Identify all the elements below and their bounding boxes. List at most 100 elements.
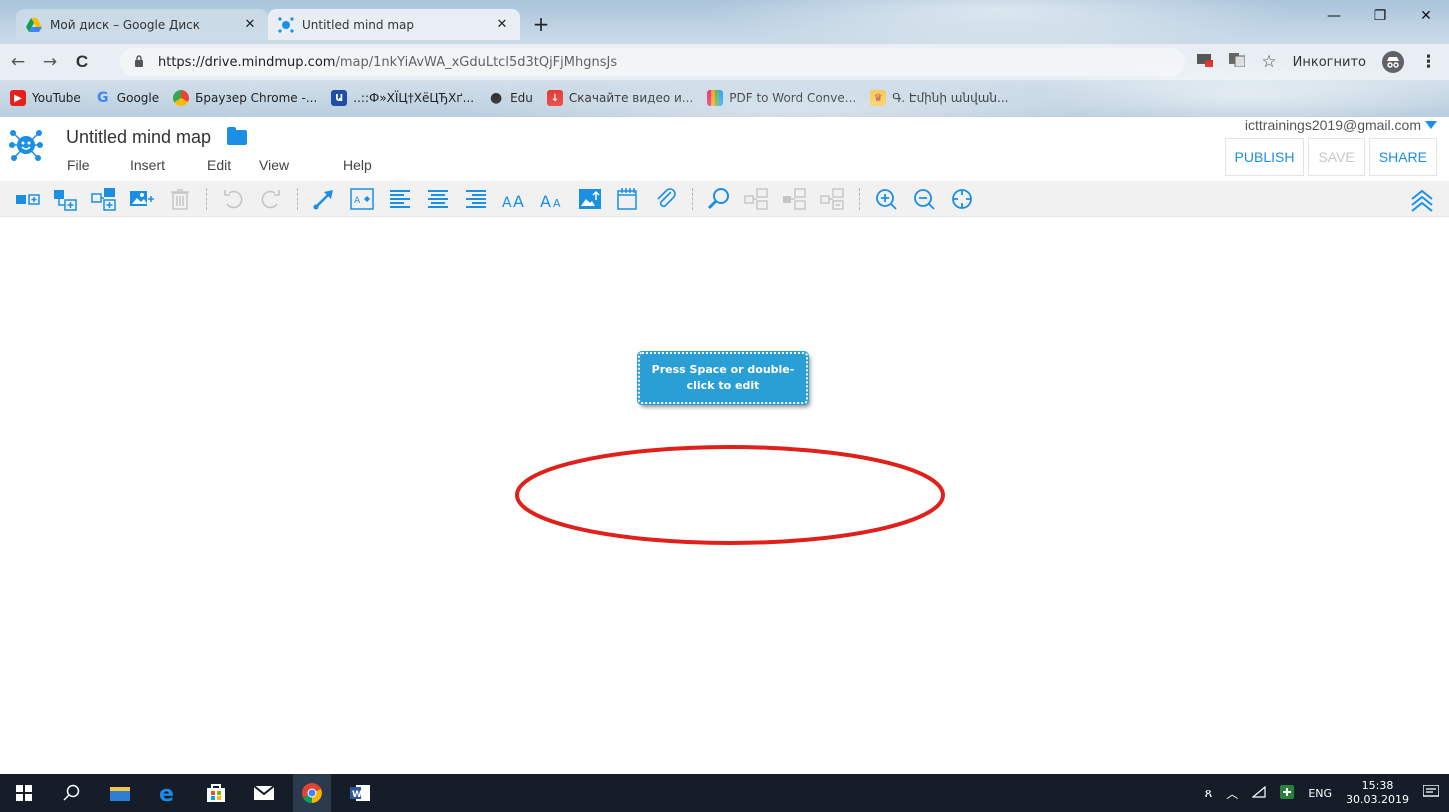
address-bar[interactable]: https://drive.mindmup.com/map/1nkYiAvWA_… bbox=[120, 48, 1185, 76]
url-path: /map/1nkYiAvWA_xGduLtcl5d3tQjFjMhgnsJs bbox=[335, 54, 618, 70]
menu-edit[interactable]: Edit bbox=[207, 157, 259, 173]
font-decrease-icon[interactable]: AA bbox=[536, 184, 568, 214]
extension-icon[interactable] bbox=[1197, 53, 1214, 71]
background-image-icon[interactable] bbox=[574, 184, 606, 214]
chrome-icon bbox=[173, 90, 190, 106]
tab-google-drive[interactable]: Мой диск – Google Диск ✕ bbox=[16, 9, 268, 40]
align-center-icon[interactable] bbox=[422, 184, 454, 214]
add-image-icon[interactable] bbox=[126, 184, 158, 214]
incognito-icon[interactable] bbox=[1382, 51, 1404, 73]
search-icon[interactable] bbox=[703, 184, 735, 214]
redo-icon[interactable] bbox=[255, 184, 287, 214]
bookmark-school[interactable]: ♛ Գ. Էմինի անվան... bbox=[870, 90, 1008, 106]
mail-icon[interactable] bbox=[245, 774, 283, 812]
menu-help[interactable]: Help bbox=[343, 157, 372, 173]
minimize-button[interactable]: — bbox=[1311, 0, 1357, 32]
close-icon[interactable]: ✕ bbox=[242, 17, 258, 33]
people-icon[interactable]: ጸ bbox=[1205, 786, 1213, 801]
file-explorer-icon[interactable] bbox=[101, 774, 139, 812]
wifi-icon[interactable] bbox=[1251, 785, 1266, 801]
tab-mindmup[interactable]: Untitled mind map ✕ bbox=[268, 9, 520, 40]
chrome-menu-icon[interactable]: ⋮ bbox=[1420, 52, 1437, 72]
menu-insert[interactable]: Insert bbox=[130, 157, 207, 173]
bookmark-edu[interactable]: ● Edu bbox=[488, 90, 533, 106]
word-icon[interactable]: W bbox=[341, 774, 379, 812]
chevron-up-icon[interactable]: ︿ bbox=[1226, 785, 1238, 802]
calendar-icon[interactable] bbox=[612, 184, 644, 214]
close-window-button[interactable]: ✕ bbox=[1403, 0, 1449, 32]
root-node[interactable]: Press Space or double-click to edit bbox=[637, 351, 809, 405]
new-tab-button[interactable]: + bbox=[530, 14, 552, 36]
language-indicator[interactable]: ENG bbox=[1308, 787, 1332, 800]
chrome-icon[interactable] bbox=[293, 774, 331, 812]
incognito-label: Инкогнито bbox=[1292, 54, 1366, 70]
shield-icon[interactable] bbox=[1280, 784, 1295, 802]
forward-button[interactable]: → bbox=[36, 48, 64, 76]
menu-file[interactable]: File bbox=[67, 157, 130, 173]
bookmark-label: Գ. Էմինի անվան... bbox=[892, 91, 1009, 105]
font-increase-icon[interactable]: AA bbox=[498, 184, 530, 214]
bookmark-youtube[interactable]: ▶ YouTube bbox=[10, 90, 81, 106]
zoom-in-icon[interactable] bbox=[870, 184, 902, 214]
undo-icon[interactable] bbox=[217, 184, 249, 214]
svg-text:W: W bbox=[352, 790, 362, 800]
translate-icon[interactable] bbox=[1229, 53, 1246, 71]
reload-button[interactable]: C bbox=[68, 48, 96, 76]
site-icon: Ա bbox=[331, 90, 348, 106]
bookmark-label: PDF to Word Conve... bbox=[729, 91, 857, 105]
add-parent-icon[interactable] bbox=[88, 184, 120, 214]
align-left-icon[interactable] bbox=[384, 184, 416, 214]
store-icon[interactable] bbox=[197, 774, 235, 812]
toggle-collapse-icon[interactable] bbox=[741, 184, 773, 214]
svg-text:A: A bbox=[540, 192, 551, 211]
zoom-out-icon[interactable] bbox=[908, 184, 940, 214]
clock-date: 30.03.2019 bbox=[1346, 793, 1409, 806]
restore-button[interactable]: ❐ bbox=[1357, 0, 1403, 32]
bookmark-pdf[interactable]: PDF to Word Conve... bbox=[707, 90, 856, 106]
publish-button[interactable]: PUBLISH bbox=[1224, 138, 1305, 176]
mindmup-icon bbox=[278, 16, 294, 33]
mindmup-logo-icon[interactable] bbox=[8, 127, 44, 163]
expand-children-icon[interactable] bbox=[817, 184, 849, 214]
menu-view[interactable]: View bbox=[259, 157, 343, 173]
download-icon: ↓ bbox=[546, 90, 563, 106]
bookmark-chrome[interactable]: Браузер Chrome -... bbox=[173, 90, 317, 106]
toolbar-right: ☆ Инкогнито ⋮ bbox=[1197, 48, 1437, 76]
folder-icon[interactable] bbox=[227, 127, 248, 145]
save-button[interactable]: SAVE bbox=[1308, 138, 1365, 176]
close-icon[interactable]: ✕ bbox=[494, 17, 510, 33]
tab-strip: Мой диск – Google Диск ✕ Untitled mind m… bbox=[0, 6, 1449, 40]
action-buttons: PUBLISH SAVE SHARE bbox=[1224, 138, 1437, 176]
collapse-children-icon[interactable] bbox=[779, 184, 811, 214]
google-drive-icon bbox=[26, 17, 42, 33]
windows-start-icon[interactable] bbox=[5, 774, 43, 812]
account-menu[interactable]: icttrainings2019@gmail.com bbox=[1245, 117, 1437, 133]
back-button[interactable]: ← bbox=[4, 48, 32, 76]
system-tray: ጸ ︿ ENG 15:38 30.03.2019 bbox=[1205, 774, 1440, 812]
bookmark-google[interactable]: G Google bbox=[95, 90, 159, 106]
search-icon[interactable] bbox=[53, 774, 91, 812]
star-icon[interactable]: ☆ bbox=[1261, 52, 1276, 72]
add-child-icon[interactable] bbox=[50, 184, 82, 214]
trash-icon[interactable] bbox=[164, 184, 196, 214]
bookmark-label: Браузер Chrome -... bbox=[195, 91, 318, 105]
page-title[interactable]: Untitled mind map bbox=[66, 127, 211, 148]
clock[interactable]: 15:38 30.03.2019 bbox=[1346, 779, 1409, 807]
bookmark-download[interactable]: ↓ Скачайте видео и... bbox=[546, 90, 693, 106]
text-style-icon[interactable]: A bbox=[346, 184, 378, 214]
browser-chrome: Мой диск – Google Диск ✕ Untitled mind m… bbox=[0, 0, 1449, 117]
attachment-icon[interactable] bbox=[650, 184, 682, 214]
add-sibling-icon[interactable] bbox=[12, 184, 44, 214]
share-button[interactable]: SHARE bbox=[1368, 138, 1437, 176]
reset-view-icon[interactable] bbox=[946, 184, 978, 214]
connector-icon[interactable] bbox=[308, 184, 340, 214]
toolbar-separator bbox=[859, 187, 860, 210]
collapse-toolbar-icon[interactable] bbox=[1407, 184, 1437, 214]
doc-title-row: Untitled mind map bbox=[66, 127, 248, 148]
edge-icon[interactable]: e bbox=[149, 774, 187, 812]
notification-icon[interactable] bbox=[1422, 783, 1440, 802]
svg-text:A: A bbox=[502, 195, 512, 211]
align-right-icon[interactable] bbox=[460, 184, 492, 214]
tab-title: Мой диск – Google Диск bbox=[50, 17, 201, 32]
bookmark-site[interactable]: Ա ..::Ф»ХЇЦ†ХёЦЂХґ... bbox=[331, 90, 474, 106]
